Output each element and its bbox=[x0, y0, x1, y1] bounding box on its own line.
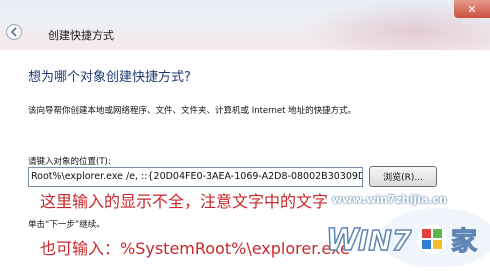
window-title: 创建快捷方式 bbox=[48, 29, 114, 42]
location-input[interactable]: Root%\explorer.exe /e, ::{20D04FE0-3AEA-… bbox=[28, 167, 363, 187]
svg-text:IN7: IN7 bbox=[358, 224, 412, 257]
annotation-note-1: 这里输入的显示不全，注意文字中的文字 bbox=[40, 192, 329, 211]
wizard-description: 该向导帮你创建本地或网络程序、文件、文件夹、计算机或 Internet 地址的快… bbox=[28, 106, 357, 116]
back-arrow-icon bbox=[10, 27, 17, 37]
browse-button[interactable]: 浏览(R)... bbox=[369, 166, 437, 187]
annotation-note-2: 也可输入：%SystemRoot%\explorer.exe bbox=[40, 239, 350, 258]
svg-text:W: W bbox=[326, 223, 361, 258]
watermark-logo: W IN7 家 bbox=[318, 200, 490, 268]
location-label: 请键入对象的位置(T): bbox=[28, 157, 111, 167]
close-button[interactable]: ✕ bbox=[454, 0, 490, 18]
next-hint-text: 单击“下一步”继续。 bbox=[28, 220, 105, 230]
back-button[interactable] bbox=[6, 24, 22, 40]
page-heading: 想为哪个对象创建快捷方式? bbox=[28, 70, 191, 85]
watermark-logo-suffix: 家 bbox=[451, 226, 477, 257]
close-icon: ✕ bbox=[467, 2, 477, 16]
